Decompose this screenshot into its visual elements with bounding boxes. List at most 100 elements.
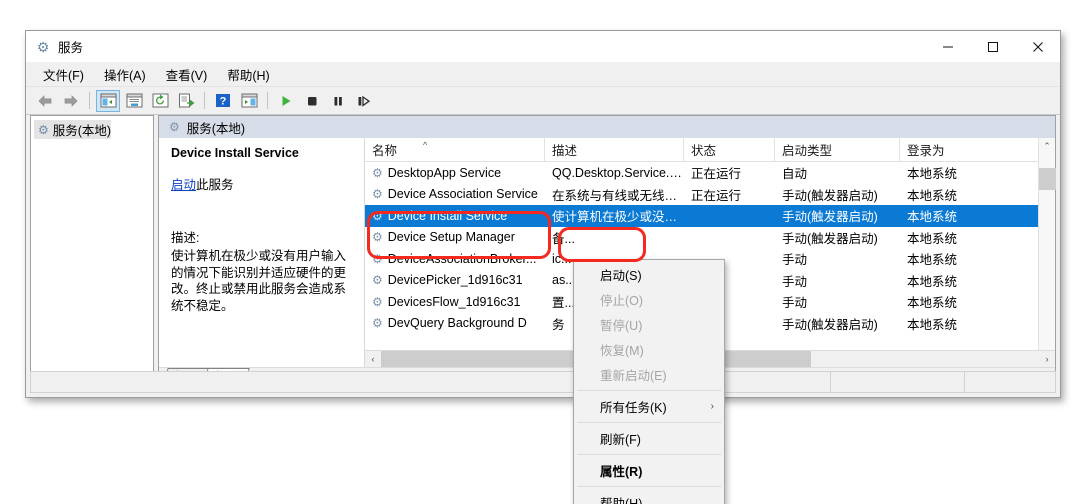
cell-description: QQ.Desktop.Service.Process — [552, 165, 684, 180]
cell-log-on-as: 本地系统 — [907, 253, 958, 268]
restart-service-icon[interactable] — [352, 90, 376, 112]
tree-node-label: 服务(本地) — [52, 124, 112, 138]
context-menu-item[interactable]: 所有任务(K) › — [574, 394, 724, 419]
service-name-label: DesktopApp Service — [387, 165, 502, 180]
cell-service-name: ⚙ Device Setup Manager — [365, 229, 545, 245]
context-menu-item-label: 属性(R) — [600, 465, 643, 479]
properties-icon[interactable] — [122, 90, 146, 112]
service-name-label: Device Install Service — [387, 208, 508, 223]
context-menu-item-label: 重新启动(E) — [600, 369, 667, 383]
toolbar-separator-3 — [267, 92, 268, 109]
window-body: ⚙ 服务(本地) ⚙ 服务(本地) Device Install Service… — [30, 115, 1056, 387]
column-header-description[interactable]: 描述 — [545, 138, 684, 161]
pause-service-icon[interactable] — [326, 90, 350, 112]
context-menu-item[interactable]: 刷新(F) — [574, 426, 724, 451]
table-row[interactable]: ⚙ DesktopApp Service QQ.Desktop.Service.Pr… — [365, 162, 1055, 184]
table-row[interactable]: ⚙ Device Install Service 使计算机在极少或没有用户输... 手… — [365, 205, 1055, 227]
menu-help[interactable]: 帮助(H) — [218, 62, 278, 87]
cell-startup-type: 手动 — [782, 296, 808, 311]
context-menu-item-label: 刷新(F) — [600, 433, 641, 447]
services-gear-icon: ⚙ — [169, 120, 180, 134]
context-menu-item-label: 启动(S) — [600, 269, 642, 283]
cell-log-on-as: 本地系统 — [907, 167, 958, 182]
cell-startup-type: 手动(触发器启动) — [782, 317, 878, 332]
window-titlebar[interactable]: ⚙ 服务 — [26, 31, 1060, 62]
column-header-log-on-as[interactable]: 登录为 — [900, 138, 990, 161]
list-vertical-scrollbar[interactable]: ⌃ ⌄ — [1038, 138, 1056, 367]
close-button[interactable] — [1015, 31, 1060, 62]
services-gear-icon: ⚙ — [372, 316, 383, 331]
show-action-pane-icon[interactable] — [237, 90, 261, 112]
context-menu-item[interactable]: 启动(S) — [574, 262, 724, 287]
cell-startup-type: 手动(触发器启动) — [782, 210, 878, 225]
services-gear-icon: ⚙ — [372, 165, 383, 180]
service-name-label: DevicesFlow_1d916c31 — [387, 294, 521, 309]
detail-action-line: 启动此服务 — [171, 174, 354, 193]
cell-status: 正在运行 — [691, 188, 742, 203]
pane-header: ⚙ 服务(本地) — [159, 116, 1055, 138]
service-name-label: Device Association Service — [387, 187, 538, 202]
maximize-button[interactable] — [970, 31, 1015, 62]
context-menu-item[interactable]: 帮助(H) — [574, 490, 724, 504]
column-header-name[interactable]: 名称 ^ — [365, 138, 545, 161]
column-header-startup-type[interactable]: 启动类型 — [775, 138, 900, 161]
start-service-link[interactable]: 启动 — [171, 178, 196, 192]
cell-log-on-as: 本地系统 — [907, 296, 958, 311]
cell-startup-type: 手动 — [782, 253, 808, 268]
cell-service-name: ⚙ Device Association Service — [365, 186, 545, 202]
services-gear-icon: ⚙ — [38, 122, 49, 137]
context-menu-separator — [577, 422, 721, 423]
context-menu-item-label: 停止(O) — [600, 294, 644, 308]
list-header-row: 名称 ^ 描述 状态 启动类型 登录为 — [365, 138, 1055, 162]
screenshot-root: ⚙ 服务 文件(F) 操作(A) 查看(V) 帮助(H) ? ⚙ 服务(本地) … — [0, 0, 1085, 504]
toolbar-separator-2 — [204, 92, 205, 109]
cell-startup-type: 手动 — [782, 274, 808, 289]
toolbar: ? — [26, 87, 1060, 115]
cell-log-on-as: 本地系统 — [907, 317, 958, 332]
export-list-icon[interactable] — [174, 90, 198, 112]
services-gear-icon: ⚙ — [372, 251, 383, 266]
start-service-icon[interactable] — [274, 90, 298, 112]
table-row[interactable]: ⚙ Device Setup Manager 备... 手动(触发器启动) 本地系统 — [365, 227, 1055, 249]
context-menu-item[interactable]: 属性(R) — [574, 458, 724, 483]
vertical-scroll-thumb[interactable] — [1039, 168, 1056, 190]
cell-log-on-as: 本地系统 — [907, 188, 958, 203]
forward-arrow-icon[interactable] — [59, 90, 83, 112]
stop-service-icon[interactable] — [300, 90, 324, 112]
tree-node-services-local[interactable]: ⚙ 服务(本地) — [34, 120, 112, 139]
refresh-icon[interactable] — [148, 90, 172, 112]
services-gear-icon: ⚙ — [372, 187, 383, 202]
services-gear-icon: ⚙ — [36, 38, 50, 55]
cell-description: 备... — [552, 231, 575, 246]
context-menu-separator — [577, 486, 721, 487]
detail-service-title: Device Install Service — [171, 146, 299, 160]
toolbar-separator — [89, 92, 90, 109]
services-gear-icon: ⚙ — [372, 273, 383, 288]
service-details-panel: Device Install Service 启动此服务 描述: 使计算机在极少… — [159, 138, 364, 367]
cell-log-on-as: 本地系统 — [907, 274, 958, 289]
window-title: 服务 — [58, 41, 84, 55]
context-menu-separator — [577, 390, 721, 391]
status-segment-2 — [831, 372, 965, 392]
cell-service-name: ⚙ DeviceAssociationBroker... — [365, 251, 545, 267]
context-menu-item-label: 恢复(M) — [600, 344, 644, 358]
scroll-left-icon[interactable]: ‹ — [365, 351, 381, 367]
scroll-right-icon[interactable]: › — [1039, 351, 1055, 367]
console-tree-pane: ⚙ 服务(本地) — [30, 115, 154, 387]
table-row[interactable]: ⚙ Device Association Service 在系统与有线或无线设备之间… — [365, 184, 1055, 206]
service-context-menu: 启动(S) 停止(O) 暂停(U) 恢复(M) 重新启动(E) 所有任务(K) › 刷新(F)… — [573, 259, 725, 504]
cell-description: 在系统与有线或无线设备之间... — [552, 188, 684, 203]
menu-view[interactable]: 查看(V) — [157, 62, 217, 87]
services-gear-icon: ⚙ — [372, 294, 383, 309]
help-icon[interactable]: ? — [211, 90, 235, 112]
minimize-button[interactable] — [925, 31, 970, 62]
back-arrow-icon[interactable] — [33, 90, 57, 112]
menu-action[interactable]: 操作(A) — [95, 62, 155, 87]
pane-header-label: 服务(本地) — [186, 121, 246, 136]
column-header-status[interactable]: 状态 — [684, 138, 775, 161]
scroll-up-icon[interactable]: ⌃ — [1039, 138, 1055, 155]
service-name-label: Device Setup Manager — [387, 230, 515, 245]
show-hide-tree-icon[interactable] — [96, 89, 120, 112]
menu-file[interactable]: 文件(F) — [34, 62, 93, 87]
context-menu-item: 暂停(U) — [574, 312, 724, 337]
